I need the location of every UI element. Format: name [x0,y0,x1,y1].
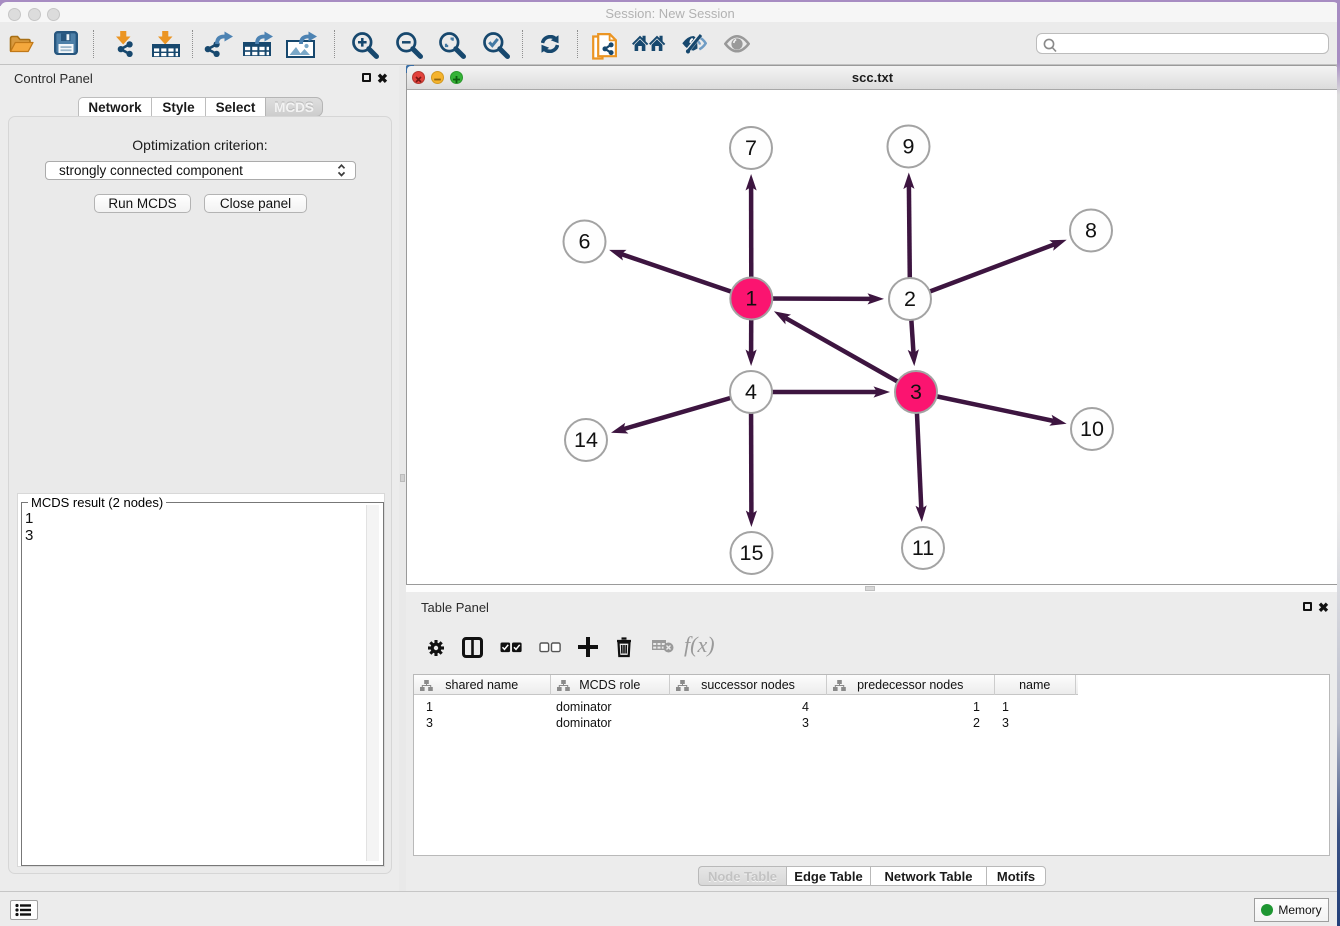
svg-text:2: 2 [904,287,916,311]
svg-text:4: 4 [745,380,757,404]
svg-text:10: 10 [1080,417,1104,441]
svg-text:6: 6 [579,230,591,254]
svg-text:14: 14 [574,428,598,452]
svg-text:15: 15 [740,541,764,565]
svg-text:11: 11 [912,536,934,560]
svg-text:1: 1 [745,287,757,311]
svg-text:9: 9 [903,135,915,159]
svg-text:8: 8 [1085,219,1097,243]
svg-text:3: 3 [910,380,922,404]
svg-text:7: 7 [745,136,757,160]
